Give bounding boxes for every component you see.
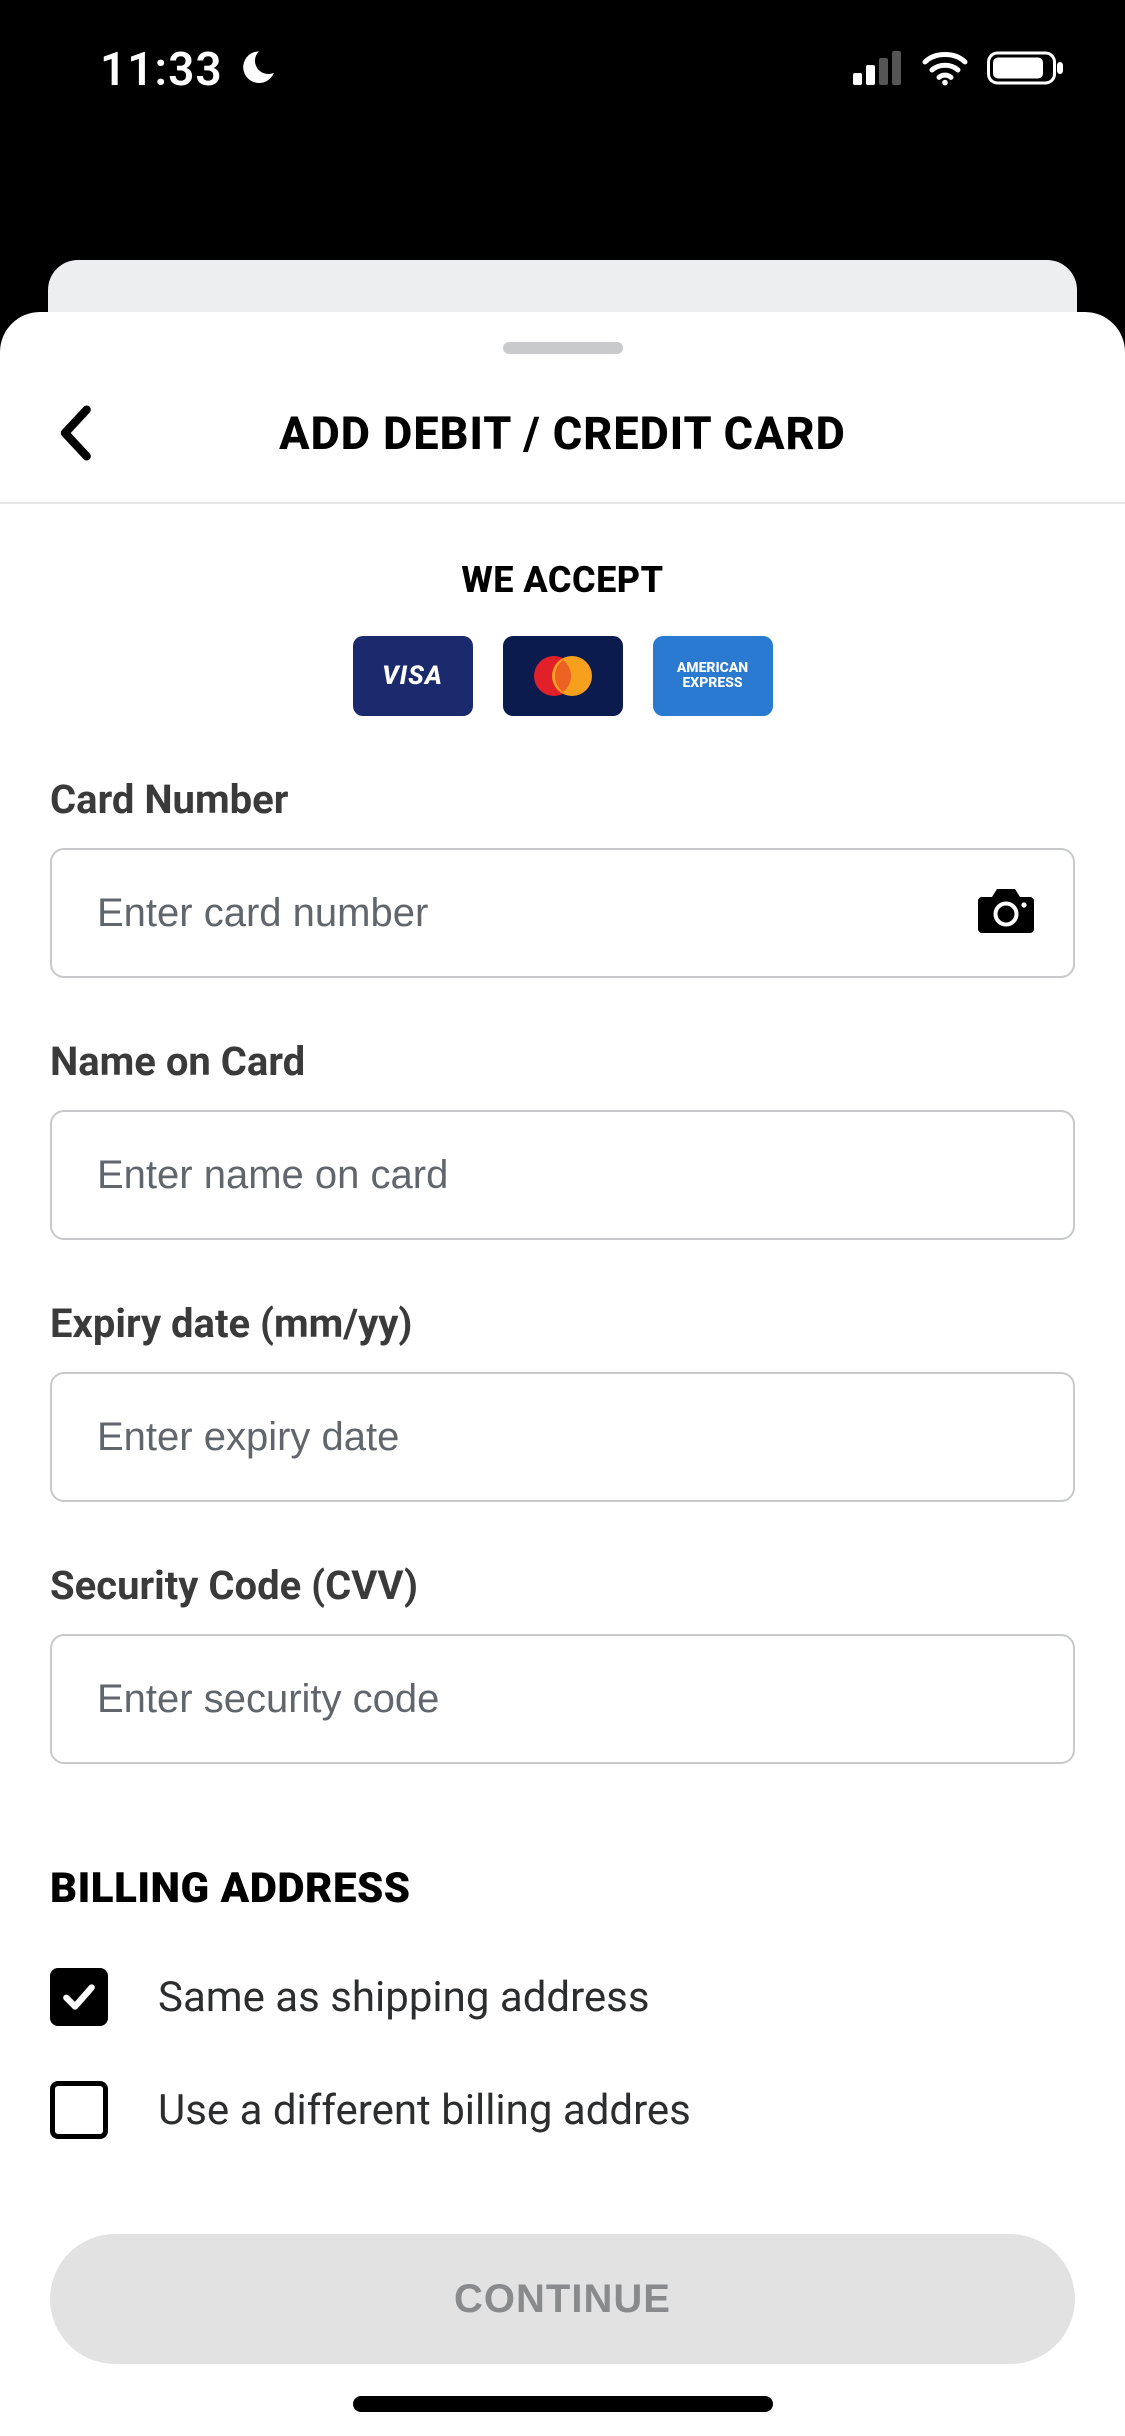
card-number-label: Card Number xyxy=(50,776,1075,823)
name-on-card-input[interactable] xyxy=(50,1110,1075,1240)
sheet-grabber[interactable] xyxy=(503,342,623,354)
camera-icon[interactable] xyxy=(977,887,1035,939)
card-number-input[interactable] xyxy=(50,848,1075,978)
battery-icon xyxy=(987,50,1065,90)
expiry-date-label: Expiry date (mm/yy) xyxy=(50,1300,1075,1347)
status-bar: 11:33 xyxy=(0,0,1125,140)
home-indicator[interactable] xyxy=(353,2396,773,2412)
sheet-header: ADD DEBIT / CREDIT CARD xyxy=(0,364,1125,504)
wifi-icon xyxy=(921,50,969,90)
security-code-label: Security Code (CVV) xyxy=(50,1562,1075,1609)
name-on-card-label: Name on Card xyxy=(50,1038,1075,1085)
security-code-input[interactable] xyxy=(50,1634,1075,1764)
different-billing-label: Use a different billing addres xyxy=(158,2086,691,2135)
same-as-shipping-label: Same as shipping address xyxy=(158,1973,650,2022)
moon-icon xyxy=(238,48,278,92)
amex-icon: AMERICANEXPRESS xyxy=(653,636,773,716)
expiry-date-input[interactable] xyxy=(50,1372,1075,1502)
same-as-shipping-checkbox[interactable] xyxy=(50,1968,108,2026)
different-billing-checkbox[interactable] xyxy=(50,2081,108,2139)
mastercard-icon xyxy=(503,636,623,716)
continue-button[interactable]: CONTINUE xyxy=(50,2234,1075,2364)
modal-sheet: ADD DEBIT / CREDIT CARD WE ACCEPT VISA xyxy=(0,312,1125,2436)
same-as-shipping-row[interactable]: Same as shipping address xyxy=(50,1968,1075,2026)
billing-address-heading: BILLING ADDRESS xyxy=(50,1864,1075,1913)
cellular-icon xyxy=(853,51,903,89)
different-billing-row[interactable]: Use a different billing addres xyxy=(50,2081,1075,2139)
page-title: ADD DEBIT / CREDIT CARD xyxy=(279,407,846,460)
status-time: 11:33 xyxy=(100,43,223,97)
visa-icon: VISA xyxy=(353,636,473,716)
accepted-cards-row: VISA AMERICANEXPRESS xyxy=(50,636,1075,716)
we-accept-label: WE ACCEPT xyxy=(50,559,1075,601)
back-button[interactable] xyxy=(40,398,110,468)
